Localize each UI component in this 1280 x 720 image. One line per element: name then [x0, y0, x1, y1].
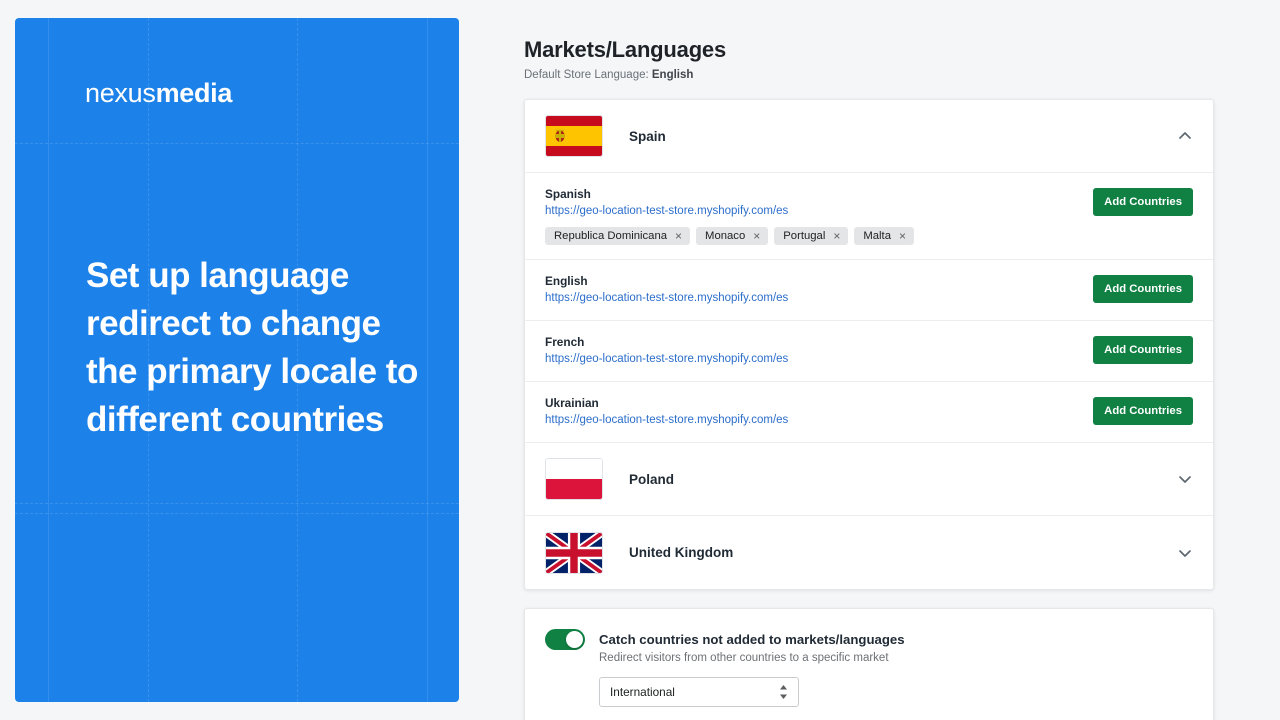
country-chip[interactable]: Republica Dominicana × — [545, 227, 691, 245]
market-row[interactable]: Spain — [525, 100, 1213, 173]
catch-all-subtitle: Redirect visitors from other countries t… — [599, 652, 889, 664]
promo-panel: nexusmedia Set up language redirect to c… — [15, 18, 459, 702]
language-name: French — [545, 335, 585, 349]
remove-country-icon[interactable]: × — [675, 230, 682, 242]
market-row[interactable]: United Kingdom — [525, 516, 1213, 589]
markets-card: Spain Spanish https://geo-location-test-st… — [524, 99, 1214, 590]
country-chip[interactable]: Malta × — [854, 227, 914, 245]
market-name: Spain — [629, 128, 666, 144]
brand-logo: nexusmedia — [85, 78, 232, 109]
language-url-link[interactable]: https://geo-location-test-store.myshopif… — [545, 292, 788, 304]
language-url-link[interactable]: https://geo-location-test-store.myshopif… — [545, 414, 788, 426]
brand-logo-bold: media — [155, 78, 233, 108]
poland-flag — [545, 458, 603, 500]
language-row: Ukrainian https://geo-location-test-store… — [525, 382, 1213, 443]
language-row: French https://geo-location-test-store.my… — [525, 321, 1213, 382]
market-row[interactable]: Poland — [525, 443, 1213, 516]
add-countries-button[interactable]: Add Countries — [1093, 188, 1193, 216]
chevron-down-icon[interactable] — [1177, 545, 1193, 561]
country-chip[interactable]: Portugal × — [774, 227, 849, 245]
language-name: Spanish — [545, 187, 591, 201]
country-chip-list: Republica Dominicana × Monaco × Portugal × Mal… — [545, 227, 1077, 245]
main-content: Markets/Languages Default Store Language… — [524, 0, 1280, 720]
page-title: Markets/Languages — [524, 37, 727, 62]
country-chip-label: Malta — [863, 230, 891, 242]
remove-country-icon[interactable]: × — [833, 230, 840, 242]
app-root: nexusmedia Set up language redirect to c… — [0, 0, 1280, 720]
default-store-language-label: Default Store Language: — [524, 69, 649, 81]
catch-all-title: Catch countries not added to markets/lan… — [599, 632, 905, 647]
chevron-down-icon[interactable] — [1177, 471, 1193, 487]
language-row: Spanish https://geo-location-test-store.m… — [525, 173, 1213, 260]
catch-all-toggle[interactable] — [545, 629, 585, 650]
market-name: Poland — [629, 471, 675, 487]
catch-all-market-select[interactable]: International — [599, 677, 799, 707]
add-countries-button[interactable]: Add Countries — [1093, 336, 1193, 364]
default-store-language: Default Store Language: English — [524, 69, 1280, 81]
language-name: English — [545, 274, 588, 288]
language-info: French https://geo-location-test-store.my… — [545, 335, 1077, 367]
default-store-language-value: English — [651, 69, 694, 81]
spain-flag — [545, 115, 603, 157]
language-url-link[interactable]: https://geo-location-test-store.myshopif… — [545, 353, 788, 365]
brand-logo-thin: nexus — [85, 78, 156, 108]
remove-country-icon[interactable]: × — [899, 230, 906, 242]
catch-all-header: Catch countries not added to markets/lan… — [545, 629, 1193, 650]
add-countries-button[interactable]: Add Countries — [1093, 397, 1193, 425]
chevron-up-icon[interactable] — [1177, 128, 1193, 144]
language-info: Ukrainian https://geo-location-test-store… — [545, 396, 1077, 428]
country-chip-label: Monaco — [705, 230, 746, 242]
united-kingdom-flag — [545, 531, 603, 574]
stepper-arrows-icon — [779, 684, 788, 700]
language-row: English https://geo-location-test-store.m… — [525, 260, 1213, 321]
language-info: Spanish https://geo-location-test-store.m… — [545, 187, 1077, 245]
language-info: English https://geo-location-test-store.m… — [545, 274, 1077, 306]
catch-all-market-select-value: International — [610, 685, 675, 699]
add-countries-button[interactable]: Add Countries — [1093, 275, 1193, 303]
language-url-link[interactable]: https://geo-location-test-store.myshopif… — [545, 205, 788, 217]
market-name: United Kingdom — [629, 545, 734, 560]
language-name: Ukrainian — [545, 396, 599, 410]
country-chip[interactable]: Monaco × — [696, 227, 769, 245]
country-chip-label: Portugal — [783, 230, 826, 242]
catch-all-card: Catch countries not added to markets/lan… — [524, 608, 1214, 720]
country-chip-label: Republica Dominicana — [554, 230, 668, 242]
remove-country-icon[interactable]: × — [753, 230, 760, 242]
promo-headline: Set up language redirect to change the p… — [86, 256, 418, 439]
toggle-knob — [566, 631, 583, 648]
